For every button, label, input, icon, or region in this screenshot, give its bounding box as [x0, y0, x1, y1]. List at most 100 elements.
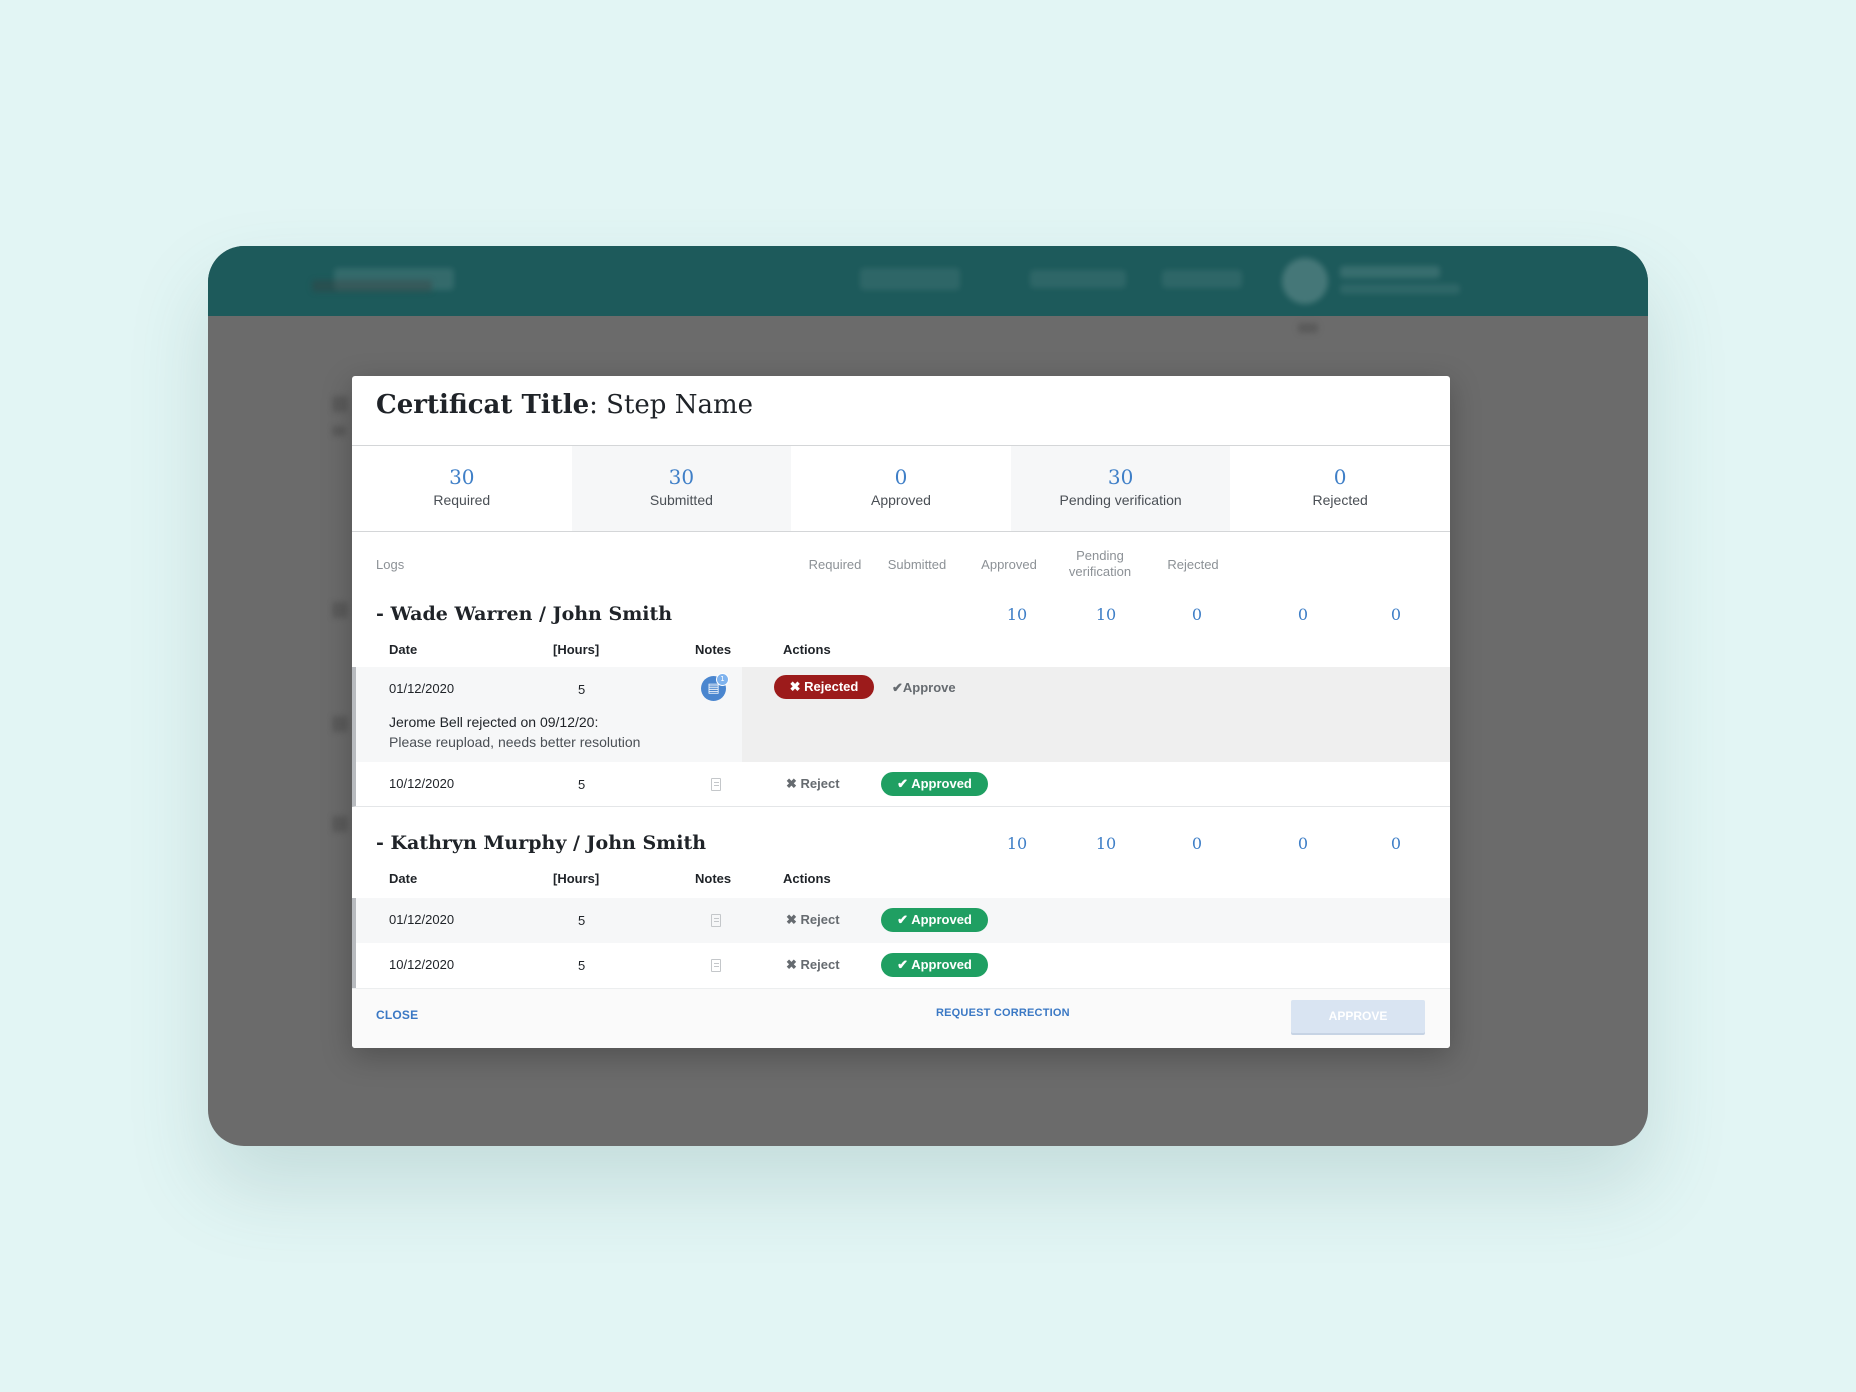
group-value-approved: 0: [1191, 605, 1203, 624]
notes-count-badge: 1: [716, 673, 729, 686]
col-header-pending-line2: verification: [1068, 564, 1132, 579]
col-header-pending-line1: Pending: [1076, 548, 1124, 563]
rejected-status-button[interactable]: ✖ Rejected: [774, 675, 874, 699]
modal-title: Certificat Title: Step Name: [376, 390, 753, 420]
notes-button[interactable]: ▤ 1: [701, 673, 729, 701]
step-name: : Step Name: [589, 390, 753, 420]
rejection-note-author: Jerome Bell rejected on 09/12/20:: [389, 714, 599, 730]
document-icon[interactable]: [711, 959, 721, 972]
stat-label: Rejected: [1312, 492, 1368, 508]
status-label: Approved: [911, 957, 972, 972]
modal-footer: CLOSE REQUEST CORRECTION APPROVE: [352, 988, 1450, 1048]
row-hours: 5: [578, 682, 586, 697]
group-value-required: 10: [1006, 834, 1028, 853]
th-date: Date: [389, 871, 418, 886]
row-hours: 5: [578, 777, 586, 792]
reject-label: Reject: [800, 776, 840, 791]
approve-button[interactable]: ✔Approve: [892, 680, 956, 696]
th-date: Date: [389, 642, 418, 657]
stat-pending: 30 Pending verification: [1010, 446, 1231, 531]
group-value-required: 10: [1006, 605, 1028, 624]
group-value-pending: 0: [1297, 834, 1309, 853]
reject-label: Reject: [800, 957, 840, 972]
col-header-rejected: Rejected: [1167, 557, 1219, 572]
stats-bar: 30 Required 30 Submitted 0 Approved 30 P…: [352, 446, 1450, 532]
certificate-title: Certificat Title: [376, 390, 590, 420]
group-name[interactable]: - Wade Warren / John Smith: [376, 603, 672, 625]
stat-label: Submitted: [649, 492, 713, 508]
th-hours: [Hours]: [553, 871, 600, 886]
stat-value: 30: [668, 465, 695, 489]
stat-approved: 0 Approved: [791, 446, 1011, 531]
col-header-submitted: Submitted: [887, 557, 947, 572]
group-value-rejected: 0: [1390, 605, 1402, 624]
user-role-placeholder: [1340, 284, 1460, 294]
check-icon: ✔: [897, 912, 909, 927]
reject-button[interactable]: ✖ Reject: [786, 912, 840, 928]
stat-value: 0: [1333, 465, 1347, 489]
row-date: 01/12/2020: [389, 912, 455, 927]
row-date: 01/12/2020: [389, 681, 455, 696]
row-date: 10/12/2020: [389, 957, 455, 972]
document-icon[interactable]: [711, 914, 721, 927]
check-icon: ✔: [897, 776, 909, 791]
reject-button[interactable]: ✖ Reject: [786, 776, 840, 792]
certificate-modal: Certificat Title: Step Name 30 Required …: [352, 376, 1450, 1048]
col-header-logs: Logs: [376, 557, 405, 572]
status-label: Approved: [911, 776, 972, 791]
stat-value: 30: [449, 465, 475, 489]
rejection-note-text: Please reupload, needs better resolution: [389, 734, 641, 750]
row-hours: 5: [578, 913, 586, 928]
document-icon[interactable]: [711, 778, 721, 791]
th-actions: Actions: [783, 642, 831, 657]
header-search: [860, 268, 960, 290]
col-header-required: Required: [808, 557, 862, 572]
x-icon: ✖: [786, 912, 797, 927]
col-header-approved: Approved: [981, 557, 1037, 572]
x-icon: ✖: [786, 957, 797, 972]
header-nav-item: [1030, 270, 1126, 288]
reject-label: Reject: [800, 912, 840, 927]
stat-label: Pending verification: [1059, 492, 1182, 508]
table-row: 10/12/2020 5 ✖ Reject ✔ Approved: [352, 762, 1450, 807]
col-header-pending: Pending verification: [1052, 548, 1148, 580]
app-window: Certificat Title: Step Name 30 Required …: [208, 246, 1648, 1146]
close-button[interactable]: CLOSE: [376, 1008, 418, 1022]
th-actions: Actions: [783, 871, 831, 886]
group-value-submitted: 10: [1095, 834, 1117, 853]
group-name[interactable]: - Kathryn Murphy / John Smith: [376, 832, 706, 854]
group-value-pending: 0: [1297, 605, 1309, 624]
status-label: Approved: [911, 912, 972, 927]
header-nav-item: [1162, 270, 1242, 288]
table-row: 10/12/2020 5 ✖ Reject ✔ Approved: [352, 943, 1450, 988]
stat-label: Approved: [871, 492, 931, 508]
th-notes: Notes: [695, 871, 732, 886]
request-correction-button[interactable]: REQUEST CORRECTION: [936, 1007, 1070, 1019]
stat-label: Required: [433, 492, 491, 508]
approved-status-button[interactable]: ✔ Approved: [881, 908, 988, 932]
approved-status-button[interactable]: ✔ Approved: [881, 772, 988, 796]
x-icon: ✖: [786, 776, 797, 791]
group-value-submitted: 10: [1095, 605, 1117, 624]
approve-label: Approve: [902, 680, 956, 695]
stat-rejected: 0 Rejected: [1230, 446, 1450, 531]
stat-value: 30: [1107, 465, 1134, 489]
approve-all-button[interactable]: APPROVE: [1291, 1000, 1425, 1033]
user-name-placeholder: [1340, 266, 1440, 278]
group-value-approved: 0: [1191, 834, 1203, 853]
row-hours: 5: [578, 958, 586, 973]
stat-submitted: 30 Submitted: [571, 446, 792, 531]
group-value-rejected: 0: [1390, 834, 1402, 853]
table-row: 01/12/2020 5 ✖ Reject ✔ Approved: [352, 898, 1450, 943]
stat-value: 0: [894, 465, 908, 489]
check-icon: ✔: [897, 957, 909, 972]
approved-status-button[interactable]: ✔ Approved: [881, 953, 988, 977]
table-row: 01/12/2020 5 ▤ 1 ✖ Rejected ✔Approve Jer…: [352, 667, 1450, 762]
row-date: 10/12/2020: [389, 776, 455, 791]
th-notes: Notes: [695, 642, 732, 657]
x-icon: ✖: [789, 679, 801, 694]
stat-required: 30 Required: [352, 446, 572, 531]
reject-button[interactable]: ✖ Reject: [786, 957, 840, 973]
avatar: [1282, 258, 1328, 304]
check-icon: ✔: [892, 680, 903, 695]
